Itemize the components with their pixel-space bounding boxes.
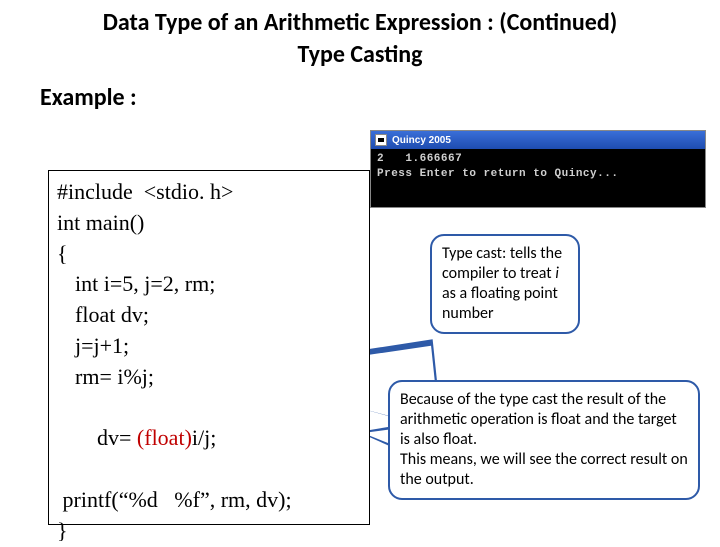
code-line-intdecl: int i=5, j=2, rm;: [57, 269, 361, 300]
code-line-jinc: j=j+1;: [57, 331, 361, 362]
terminal-line1: 2 1.666667: [377, 153, 462, 165]
code-line-include: #include <stdio. h>: [57, 177, 361, 208]
callout1-pre: Type cast: tells the compiler to treat: [442, 244, 562, 283]
terminal-titlebar: Quincy 2005: [371, 131, 705, 149]
code-line-printf: printf(“%d %f”, rm, dv);: [57, 485, 361, 516]
code-dv-pre: dv=: [97, 425, 137, 450]
callout-explanation: Because of the type cast the result of t…: [388, 380, 700, 500]
code-line-floatdecl: float dv;: [57, 300, 361, 331]
example-label: Example :: [0, 77, 720, 118]
code-line-open-brace: {: [57, 239, 361, 270]
code-example-box: #include <stdio. h> int main() { int i=5…: [48, 170, 370, 525]
terminal-icon: [375, 134, 387, 146]
callout1-ital: i: [555, 264, 559, 283]
callout1-post: as a floating point number: [442, 284, 558, 323]
callout-typecast: Type cast: tells the compiler to treat i…: [430, 234, 580, 334]
code-dv-post: i/j;: [192, 425, 216, 450]
terminal-output: 2 1.666667 Press Enter to return to Quin…: [371, 149, 705, 185]
code-line-dv: dv= (float)i/j;: [57, 393, 361, 485]
code-typecast: (float): [137, 425, 192, 450]
slide-title-line1: Data Type of an Arithmetic Expression : …: [0, 0, 720, 40]
code-line-close-brace: }: [57, 516, 361, 547]
code-line-rm: rm= i%j;: [57, 362, 361, 393]
terminal-title-text: Quincy 2005: [392, 135, 451, 146]
terminal-window: Quincy 2005 2 1.666667 Press Enter to re…: [370, 130, 706, 208]
slide-title-line2: Type Casting: [0, 40, 720, 77]
code-line-main: int main(): [57, 208, 361, 239]
terminal-line2: Press Enter to return to Quincy...: [377, 168, 618, 180]
